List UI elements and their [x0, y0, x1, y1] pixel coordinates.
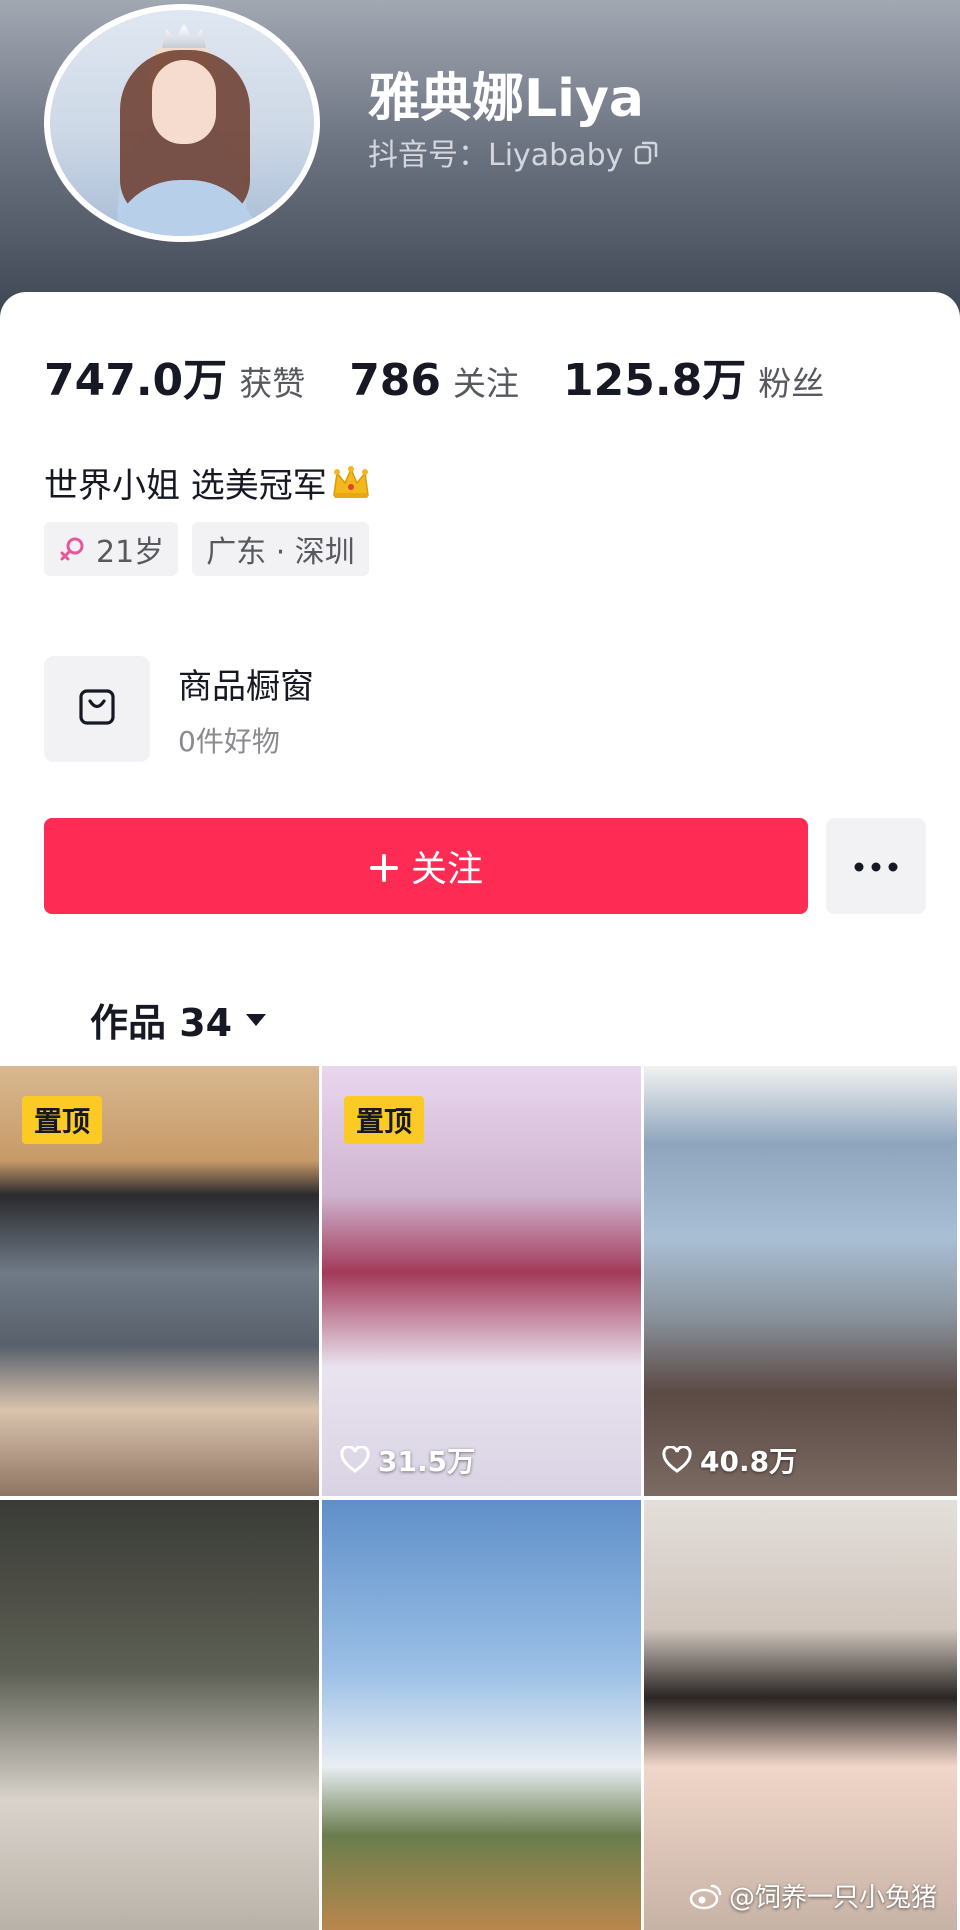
shopping-bag-icon — [76, 686, 118, 732]
location-tag: 广东 · 深圳 — [192, 522, 369, 576]
crown-icon — [331, 465, 371, 501]
bio-text: 世界小姐 选美冠军 — [44, 466, 327, 506]
video-tile[interactable] — [322, 1500, 644, 1930]
video-tile[interactable]: 置顶 31.5万 — [322, 1066, 644, 1496]
stat-followers-label: 粉丝 — [758, 364, 825, 403]
shop-subtitle: 0件好物 — [178, 724, 280, 758]
female-icon — [58, 535, 86, 563]
weibo-icon — [689, 1882, 723, 1910]
douyin-id-row[interactable]: 抖音号：Liyababy — [368, 130, 659, 174]
video-grid: 置顶 置顶 31.5万 40.8万 @饲养一只小兔猪 — [0, 1066, 960, 1930]
stat-following-label: 关注 — [453, 364, 520, 403]
weibo-watermark-text: @饲养一只小兔猪 — [728, 1883, 937, 1913]
heart-icon — [662, 1445, 692, 1474]
shop-title: 商品橱窗 — [178, 666, 314, 707]
tab-works[interactable]: 作品 34 — [90, 992, 268, 1047]
stat-followers-value: 125.8万 — [563, 355, 747, 406]
stat-likes[interactable]: 747.0万 获赞 — [44, 344, 305, 408]
heart-icon — [340, 1445, 370, 1474]
stat-likes-label: 获赞 — [239, 364, 306, 403]
stat-likes-value: 747.0万 — [44, 355, 228, 406]
video-tile[interactable]: 40.8万 — [644, 1066, 960, 1496]
stat-following-value: 786 — [349, 355, 442, 406]
video-tile[interactable] — [0, 1500, 322, 1930]
avatar-tiara — [162, 24, 206, 48]
follow-button[interactable]: 关注 — [44, 818, 808, 914]
weibo-watermark: @饲养一只小兔猪 — [689, 1877, 937, 1914]
profile-tags: 21岁 广东 · 深圳 — [44, 522, 369, 576]
bio: 世界小姐 选美冠军 — [44, 458, 371, 507]
shop-text: 商品橱窗 0件好物 — [178, 659, 314, 760]
avatar-face — [152, 60, 216, 144]
caret-down-icon — [244, 1012, 268, 1028]
avatar[interactable] — [44, 4, 320, 242]
shop-window[interactable]: 商品橱窗 0件好物 — [44, 656, 314, 762]
video-tile[interactable]: @饲养一只小兔猪 — [644, 1500, 960, 1930]
tab-works-label: 作品 34 — [90, 1001, 233, 1045]
username: 雅典娜Liya — [368, 69, 644, 129]
video-likes: 31.5万 — [340, 1440, 475, 1480]
pinned-badge: 置顶 — [22, 1096, 103, 1144]
age-tag: 21岁 — [44, 522, 179, 576]
douyin-id: 抖音号：Liyababy — [368, 138, 624, 173]
video-likes: 40.8万 — [662, 1440, 797, 1480]
stat-following[interactable]: 786 关注 — [349, 355, 519, 406]
stat-followers[interactable]: 125.8万 粉丝 — [563, 344, 824, 408]
location-tag-label: 广东 · 深圳 — [206, 535, 355, 570]
plus-icon — [369, 851, 399, 882]
video-tile[interactable]: 置顶 — [0, 1066, 322, 1496]
more-button[interactable] — [826, 818, 926, 914]
follow-button-label: 关注 — [410, 849, 483, 890]
video-likes-count: 40.8万 — [700, 1445, 798, 1478]
video-likes-count: 31.5万 — [378, 1445, 476, 1478]
copy-icon[interactable] — [633, 139, 659, 165]
more-icon — [853, 857, 899, 876]
age-tag-label: 21岁 — [96, 535, 165, 570]
stats-row: 747.0万 获赞 786 关注 125.8万 粉丝 — [44, 344, 868, 408]
pinned-badge: 置顶 — [344, 1096, 425, 1144]
shop-icon-box — [44, 656, 150, 762]
